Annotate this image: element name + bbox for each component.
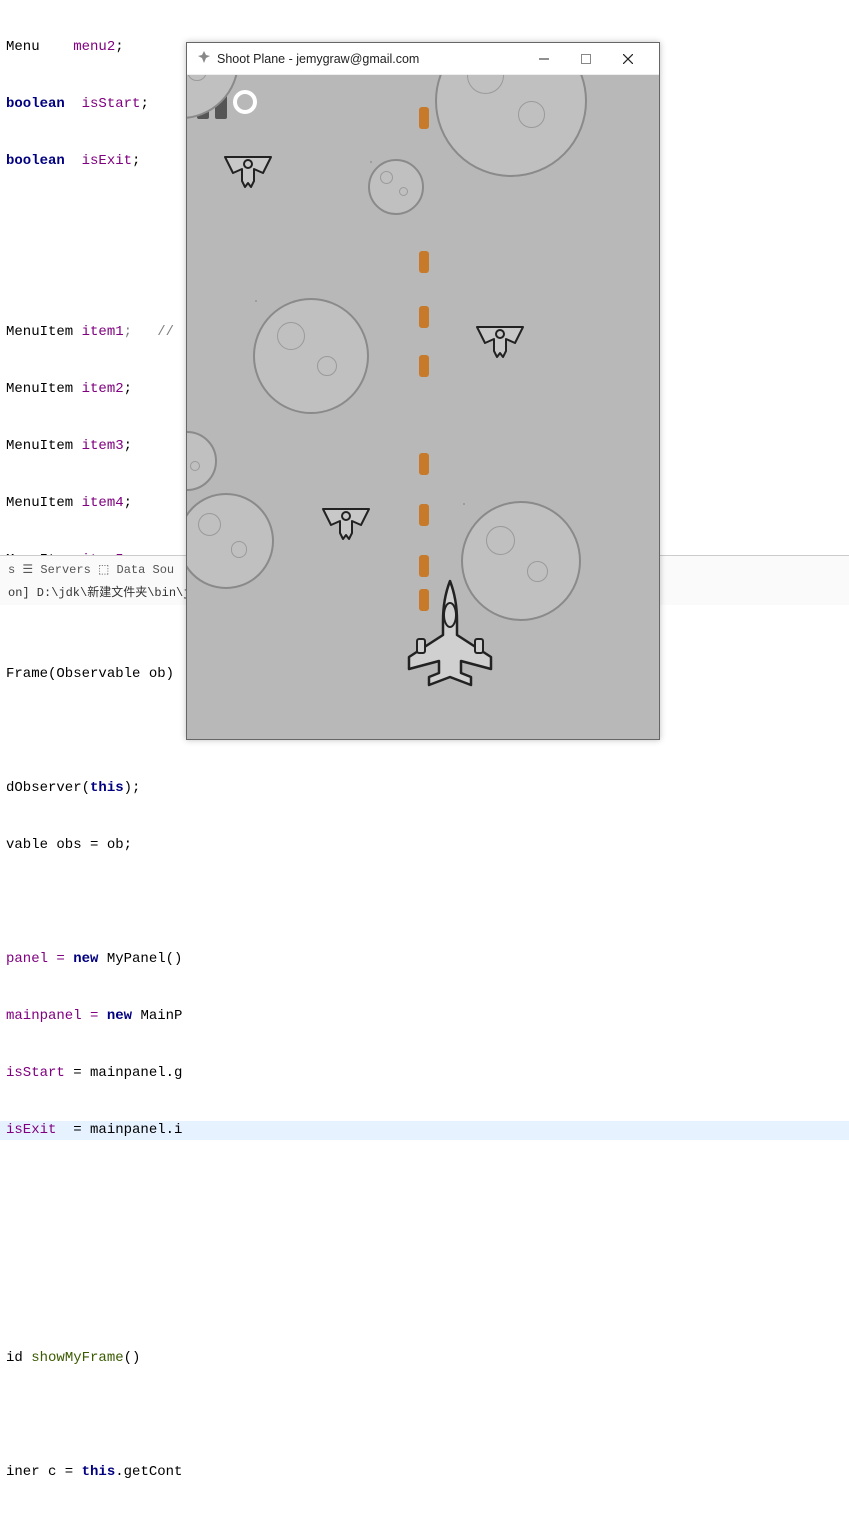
code-token: ; [132, 153, 140, 169]
enemy-plane [319, 501, 373, 545]
bullet [419, 504, 429, 526]
code-token: isExit [82, 153, 132, 169]
enemy-plane [473, 319, 527, 363]
bullet [419, 306, 429, 328]
code-keyword: new [107, 1008, 141, 1024]
asteroid [435, 75, 587, 177]
window-title-bar[interactable]: Shoot Plane - jemygraw@gmail.com [187, 43, 659, 75]
code-keyword: new [73, 951, 107, 967]
code-token: ); [124, 780, 141, 796]
code-token: MenuItem [6, 381, 82, 397]
game-canvas[interactable] [187, 75, 659, 739]
code-token: .getCont [115, 1464, 182, 1480]
window-title-text: Shoot Plane - jemygraw@gmail.com [217, 52, 419, 66]
code-token: isStart [6, 1065, 73, 1081]
code-token: id [6, 1350, 31, 1366]
code-keyword: this [90, 780, 124, 796]
code-token: mainpanel = [6, 1008, 107, 1024]
code-keyword: boolean [6, 153, 82, 169]
player-ship[interactable] [395, 577, 505, 691]
code-token: ; [115, 39, 123, 55]
bullet [419, 107, 429, 129]
asteroid [253, 298, 369, 414]
close-button[interactable] [607, 44, 649, 74]
minimize-button[interactable] [523, 44, 565, 74]
code-token: item4 [82, 495, 124, 511]
code-token: = mainpanel.i [73, 1122, 182, 1138]
code-token: Frame(Observable ob) [6, 666, 174, 682]
code-token: ; [124, 438, 132, 454]
bullet [419, 251, 429, 273]
code-token: isStart [82, 96, 141, 112]
enemy-plane [221, 149, 275, 193]
code-token: ; [124, 381, 132, 397]
code-token: panel = [6, 951, 73, 967]
maximize-button[interactable] [565, 44, 607, 74]
code-token: item2 [82, 381, 124, 397]
bullet [419, 555, 429, 577]
code-token: = mainpanel.g [73, 1065, 182, 1081]
code-token: ; [140, 96, 148, 112]
code-token: menu2 [73, 39, 115, 55]
asteroid [368, 159, 424, 215]
code-token: Menu [6, 39, 73, 55]
code-keyword: this [82, 1464, 116, 1480]
code-token: MenuItem [6, 495, 82, 511]
code-comment: ; // [124, 324, 174, 340]
code-token: MyPanel() [107, 951, 183, 967]
asteroid [187, 493, 274, 589]
code-token: showMyFrame [31, 1350, 123, 1366]
bullet [419, 453, 429, 475]
code-token: ; [124, 495, 132, 511]
code-token: MenuItem [6, 438, 82, 454]
app-icon [197, 50, 211, 67]
code-token: item1 [82, 324, 124, 340]
code-token: dObserver( [6, 780, 90, 796]
game-window[interactable]: Shoot Plane - jemygraw@gmail.com [186, 42, 660, 740]
highlighted-line: isExit = mainpanel.i [0, 1121, 849, 1140]
code-token: isExit [6, 1122, 73, 1138]
code-token: MainP [140, 1008, 182, 1024]
code-token: iner c = [6, 1464, 82, 1480]
pause-ring-icon [233, 90, 257, 114]
code-token: item3 [82, 438, 124, 454]
code-token: () [124, 1350, 141, 1366]
code-token: MenuItem [6, 324, 82, 340]
code-keyword: boolean [6, 96, 82, 112]
code-token: vable obs = ob; [6, 837, 132, 853]
bullet [419, 355, 429, 377]
asteroid [187, 431, 217, 491]
